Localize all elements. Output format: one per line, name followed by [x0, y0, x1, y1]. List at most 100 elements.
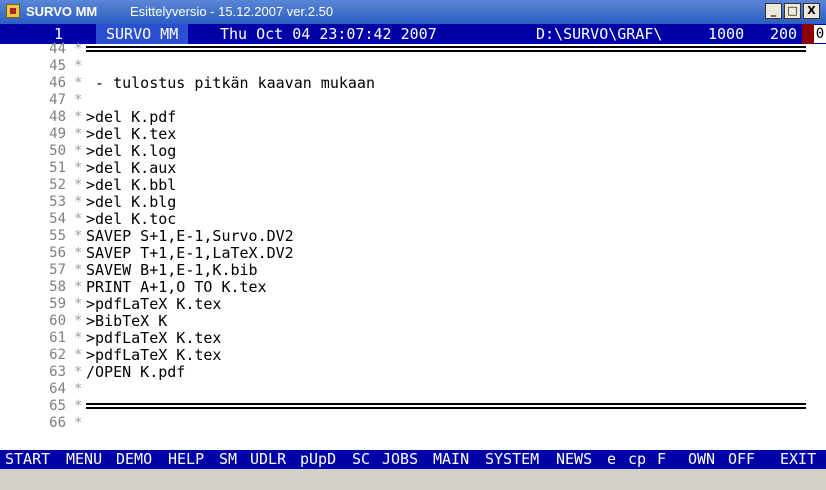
edit-line[interactable]: 48 * >del K.pdf — [0, 109, 806, 126]
edit-line[interactable]: 57 * SAVEW B+1,E-1,K.bib — [0, 262, 806, 279]
double-rule — [86, 403, 806, 409]
line-text[interactable]: >pdfLaTeX K.tex — [86, 330, 221, 347]
edit-line[interactable]: 53 * >del K.blg — [0, 194, 806, 211]
double-rule — [86, 46, 806, 52]
fkey-cp[interactable]: cp — [628, 450, 646, 469]
edit-line[interactable]: 62 * >pdfLaTeX K.tex — [0, 347, 806, 364]
line-number: 51 — [49, 160, 66, 176]
fkey-exit[interactable]: EXIT — [780, 450, 816, 469]
line-text[interactable]: /OPEN K.pdf — [86, 364, 185, 381]
line-text[interactable]: SAVEW B+1,E-1,K.bib — [86, 262, 258, 279]
control-column[interactable]: * — [74, 364, 82, 381]
line-number: 66 — [49, 415, 66, 431]
line-text[interactable]: >del K.aux — [86, 160, 176, 177]
line-number: 61 — [49, 330, 66, 346]
edit-line[interactable]: 66 * — [0, 415, 806, 432]
survo-app-icon[interactable] — [6, 4, 20, 18]
fkey-pupd[interactable]: pUpD — [300, 450, 336, 469]
edit-line[interactable]: 47 * — [0, 92, 806, 109]
control-column[interactable]: * — [74, 109, 82, 126]
line-text[interactable]: SAVEP T+1,E-1,LaTeX.DV2 — [86, 245, 294, 262]
edit-line[interactable]: 58 * PRINT A+1,O TO K.tex — [0, 279, 806, 296]
fkey-own[interactable]: OWN — [688, 450, 715, 469]
fkey-help[interactable]: HELP — [168, 450, 204, 469]
line-number: 53 — [49, 194, 66, 210]
line-text[interactable]: >del K.pdf — [86, 109, 176, 126]
line-text[interactable]: >BibTeX K — [86, 313, 167, 330]
window-controls: _ □ X — [765, 3, 820, 19]
fkey-udlr[interactable]: UDLR — [250, 450, 286, 469]
edit-line[interactable]: 64 * — [0, 381, 806, 398]
edit-line[interactable]: 63 */OPEN K.pdf — [0, 364, 806, 381]
control-column[interactable]: * — [74, 296, 82, 313]
line-text[interactable]: >del K.tex — [86, 126, 176, 143]
line-text[interactable]: SAVEP S+1,E-1,Survo.DV2 — [86, 228, 294, 245]
edit-line[interactable]: 51 * >del K.aux — [0, 160, 806, 177]
fkey-off[interactable]: OFF — [728, 450, 755, 469]
control-column[interactable]: * — [74, 347, 82, 364]
control-column[interactable]: * — [74, 75, 82, 92]
title-bar[interactable]: SURVO MM Esittelyversio - 15.12.2007 ver… — [0, 0, 826, 24]
edit-line[interactable]: 61 * >pdfLaTeX K.tex — [0, 330, 806, 347]
edit-line[interactable]: 45 * — [0, 58, 806, 75]
edit-line[interactable]: 55 * SAVEP S+1,E-1,Survo.DV2 — [0, 228, 806, 245]
fkey-demo[interactable]: DEMO — [116, 450, 152, 469]
edit-line[interactable]: 60 * >BibTeX K — [0, 313, 806, 330]
editor-scrollbar[interactable] — [806, 44, 826, 450]
control-column[interactable]: * — [74, 262, 82, 279]
line-number: 49 — [49, 126, 66, 142]
control-column[interactable]: * — [74, 92, 82, 109]
line-text[interactable]: >del K.bbl — [86, 177, 176, 194]
line-text[interactable]: >del K.blg — [86, 194, 176, 211]
fkey-e[interactable]: e — [607, 450, 616, 469]
edit-line[interactable]: 49 * >del K.tex — [0, 126, 806, 143]
control-column[interactable]: * — [74, 245, 82, 262]
line-text[interactable]: >pdfLaTeX K.tex — [86, 347, 221, 364]
edit-line[interactable]: 50 * >del K.log — [0, 143, 806, 160]
maximize-button[interactable]: □ — [784, 3, 801, 19]
fkey-sm[interactable]: SM — [219, 450, 237, 469]
line-text[interactable]: >del K.log — [86, 143, 176, 160]
line-number: 52 — [49, 177, 66, 193]
edit-line[interactable]: 44 * — [0, 41, 806, 58]
line-text[interactable]: PRINT A+1,O TO K.tex — [86, 279, 267, 296]
edit-field[interactable]: 44 * 45 * 46 * - tulostus pitkän kaavan mukaa… — [0, 41, 806, 450]
line-number: 46 — [49, 75, 66, 91]
edit-line[interactable]: 46 * - tulostus pitkän kaavan mukaan — [0, 75, 806, 92]
control-column[interactable]: * — [74, 398, 82, 415]
line-text[interactable]: - tulostus pitkän kaavan mukaan — [86, 75, 375, 92]
edit-line[interactable]: 52 * >del K.bbl — [0, 177, 806, 194]
control-column[interactable]: * — [74, 330, 82, 347]
fkey-jobs[interactable]: JOBS — [382, 450, 418, 469]
fkey-system[interactable]: SYSTEM — [485, 450, 539, 469]
fkey-main[interactable]: MAIN — [433, 450, 469, 469]
edit-line[interactable]: 56 * SAVEP T+1,E-1,LaTeX.DV2 — [0, 245, 806, 262]
control-column[interactable]: * — [74, 160, 82, 177]
control-column[interactable]: * — [74, 279, 82, 296]
line-number: 62 — [49, 347, 66, 363]
control-column[interactable]: * — [74, 211, 82, 228]
control-column[interactable]: * — [74, 194, 82, 211]
fkey-start[interactable]: START — [5, 450, 50, 469]
fkey-news[interactable]: NEWS — [556, 450, 592, 469]
control-column[interactable]: * — [74, 41, 82, 58]
fkey-f[interactable]: F — [657, 450, 666, 469]
line-text[interactable]: >del K.toc — [86, 211, 176, 228]
line-text[interactable]: >pdfLaTeX K.tex — [86, 296, 221, 313]
edit-line[interactable]: 59 * >pdfLaTeX K.tex — [0, 296, 806, 313]
fkey-menu[interactable]: MENU — [66, 450, 102, 469]
edit-line[interactable]: 54 * >del K.toc — [0, 211, 806, 228]
control-column[interactable]: * — [74, 228, 82, 245]
control-column[interactable]: * — [74, 381, 82, 398]
close-button[interactable]: X — [803, 3, 820, 19]
control-column[interactable]: * — [74, 415, 82, 432]
edit-line[interactable]: 65 * — [0, 398, 806, 415]
control-column[interactable]: * — [74, 126, 82, 143]
control-column[interactable]: * — [74, 177, 82, 194]
line-number: 65 — [49, 398, 66, 414]
fkey-sc[interactable]: SC — [352, 450, 370, 469]
control-column[interactable]: * — [74, 143, 82, 160]
control-column[interactable]: * — [74, 58, 82, 75]
minimize-button[interactable]: _ — [765, 3, 782, 19]
control-column[interactable]: * — [74, 313, 82, 330]
